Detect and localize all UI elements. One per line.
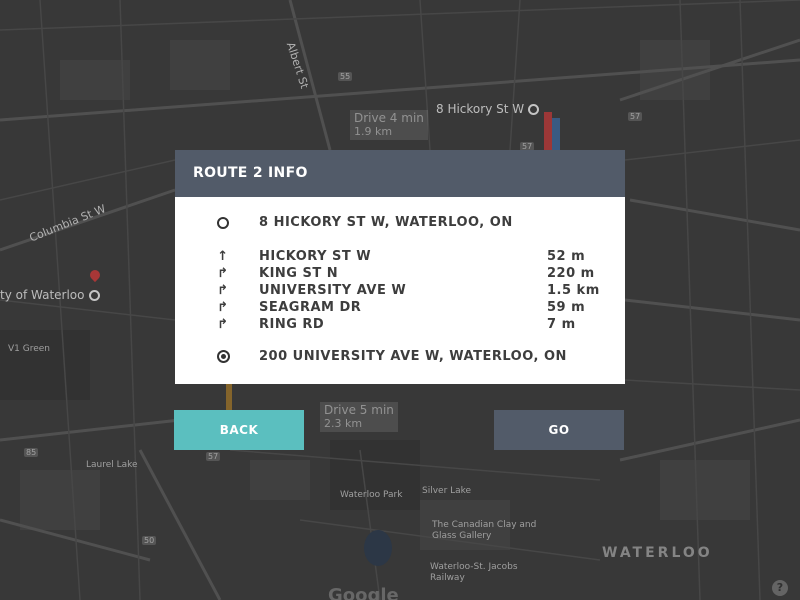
- step-street: HICKORY ST W: [259, 249, 372, 264]
- straight-arrow-icon: ↑: [217, 249, 229, 264]
- origin-address: 8 HICKORY ST W, WATERLOO, ON: [259, 215, 513, 230]
- route-origin-row: 8 HICKORY ST W, WATERLOO, ON: [175, 214, 625, 231]
- route-step-row: ↑ HICKORY ST W 52 m: [175, 248, 625, 265]
- step-distance: 7 m: [547, 317, 576, 332]
- destination-address: 200 UNIVERSITY AVE W, WATERLOO, ON: [259, 349, 567, 364]
- turn-right-icon: ↱: [217, 283, 229, 298]
- step-distance: 52 m: [547, 249, 586, 264]
- step-street: SEAGRAM DR: [259, 300, 362, 315]
- step-distance: 59 m: [547, 300, 586, 315]
- route-destination-row: 200 UNIVERSITY AVE W, WATERLOO, ON: [175, 348, 625, 365]
- back-button[interactable]: BACK: [174, 410, 304, 450]
- turn-right-icon: ↱: [217, 317, 229, 332]
- route-step-row: ↱ SEAGRAM DR 59 m: [175, 299, 625, 316]
- origin-circle-icon: [215, 214, 231, 231]
- step-distance: 1.5 km: [547, 283, 600, 298]
- route-step-row: ↱ KING ST N 220 m: [175, 265, 625, 282]
- step-street: KING ST N: [259, 266, 339, 281]
- route-step-row: ↱ RING RD 7 m: [175, 316, 625, 333]
- turn-right-icon: ↱: [217, 300, 229, 315]
- route-step-row: ↱ UNIVERSITY AVE W 1.5 km: [175, 282, 625, 299]
- step-street: RING RD: [259, 317, 325, 332]
- go-button[interactable]: GO: [494, 410, 624, 450]
- turn-right-icon: ↱: [217, 266, 229, 281]
- dialog-title: ROUTE 2 INFO: [175, 150, 625, 197]
- step-distance: 220 m: [547, 266, 595, 281]
- step-street: UNIVERSITY AVE W: [259, 283, 407, 298]
- route-info-dialog: ROUTE 2 INFO 8 HICKORY ST W, WATERLOO, O…: [175, 150, 625, 384]
- destination-target-icon: [215, 348, 231, 365]
